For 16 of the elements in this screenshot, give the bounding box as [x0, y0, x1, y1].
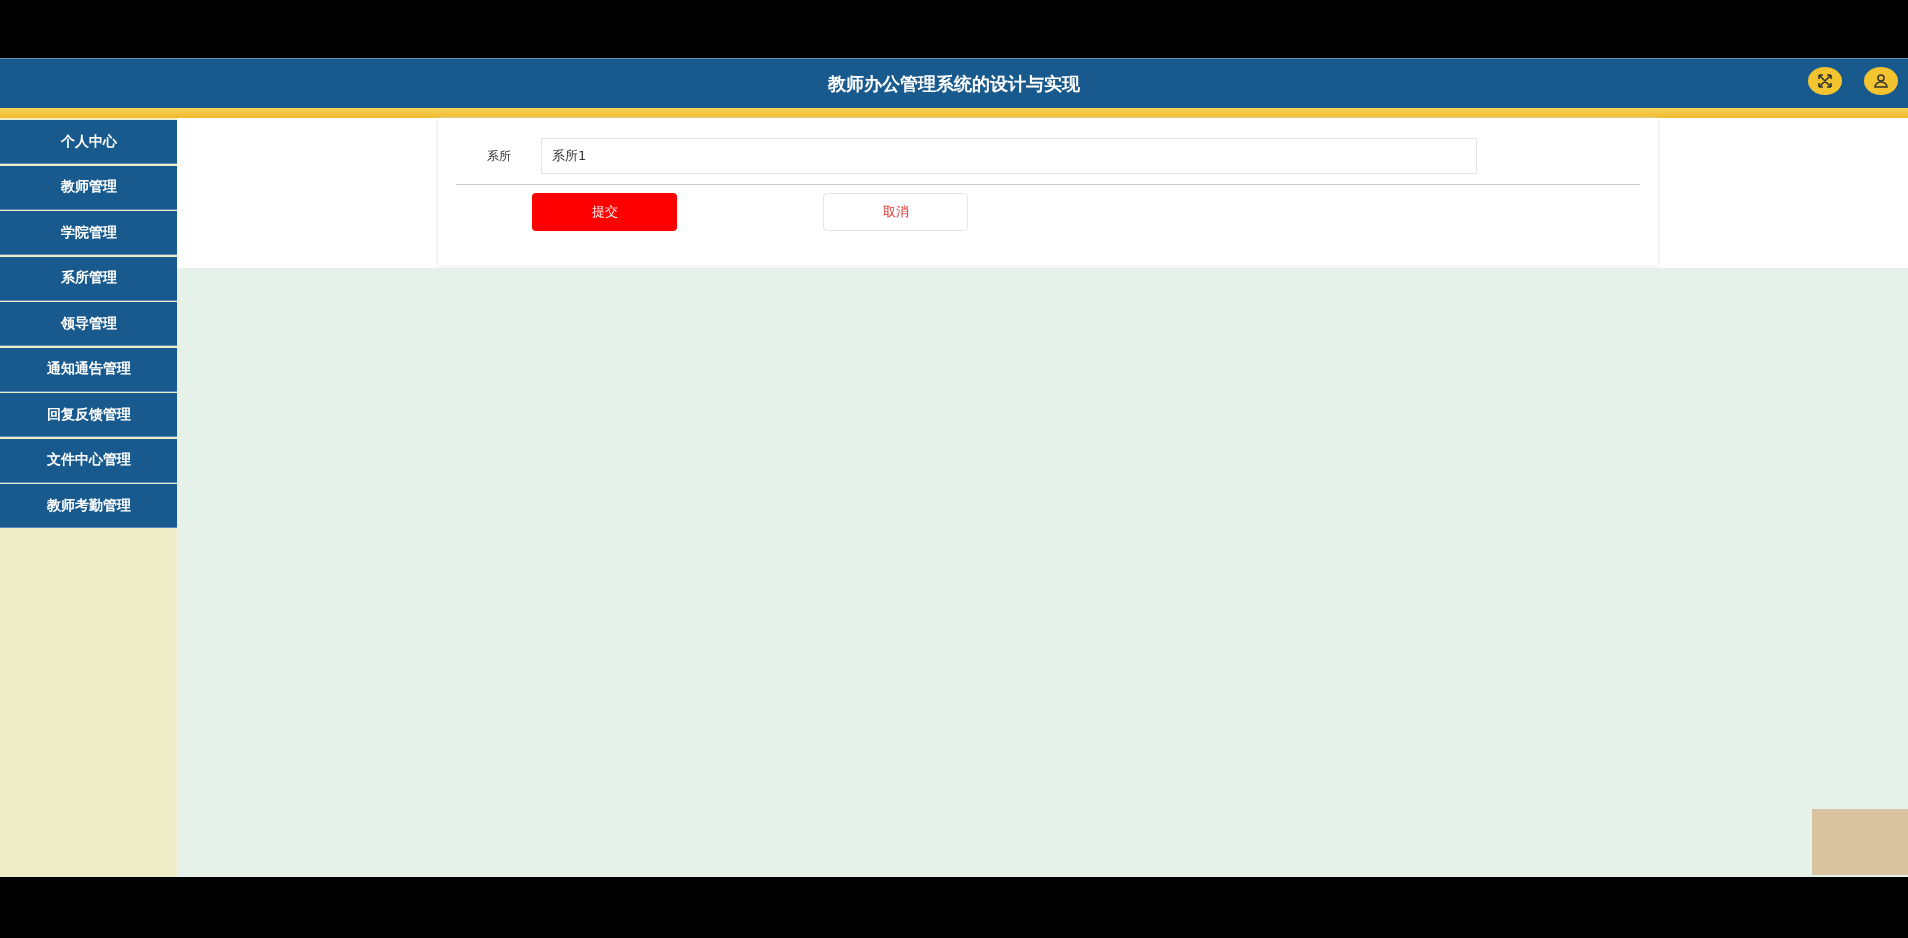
sidebar-item[interactable]: 教师管理 — [0, 165, 177, 210]
sidebar-item[interactable]: 系所管理 — [0, 256, 177, 301]
sidebar-item[interactable]: 回复反馈管理 — [0, 393, 177, 437]
field-label: 系所 — [485, 147, 512, 165]
sidebar-item[interactable]: 通知通告管理 — [0, 347, 177, 392]
fullscreen-icon[interactable] — [1808, 67, 1842, 95]
sidebar-item[interactable]: 个人中心 — [0, 120, 177, 164]
cancel-button[interactable]: 取消 — [823, 193, 968, 231]
sidebar-item[interactable]: 文件中心管理 — [0, 438, 177, 483]
sidebar-item[interactable]: 学院管理 — [0, 211, 177, 255]
submit-button[interactable]: 提交 — [532, 193, 677, 231]
user-icon[interactable] — [1864, 67, 1898, 95]
header-title: 教师办公管理系统的设计与实现 — [828, 71, 1080, 96]
sidebar-item[interactable]: 教师考勤管理 — [0, 484, 177, 528]
input-field[interactable]: 系所1 — [541, 138, 1477, 174]
sidebar-item[interactable]: 领导管理 — [0, 302, 177, 346]
